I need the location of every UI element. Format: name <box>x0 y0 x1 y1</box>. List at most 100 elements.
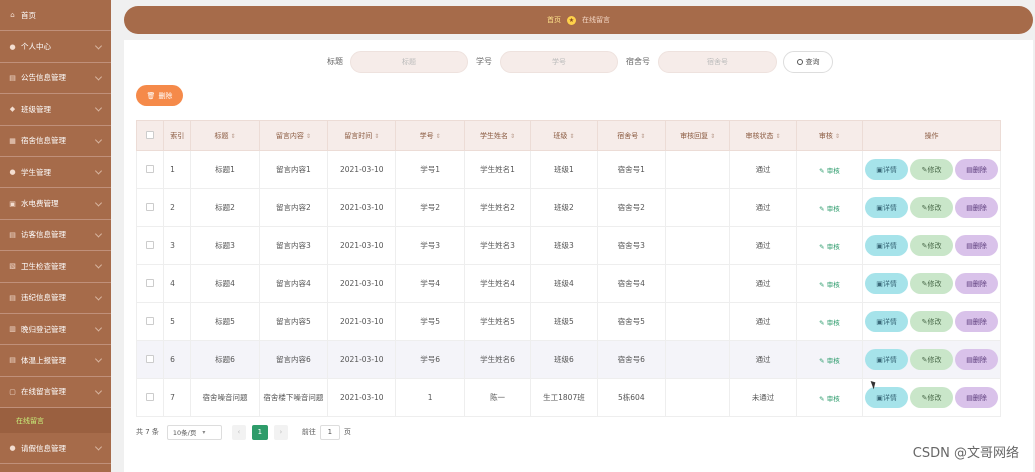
audit-link[interactable]: ✎ 审核 <box>819 395 840 403</box>
audit-link[interactable]: ✎ 审核 <box>819 205 840 213</box>
sort-icon[interactable]: ⇕ <box>569 133 574 140</box>
checkbox[interactable] <box>146 392 155 401</box>
sidebar-item-4[interactable]: ▦ 宿舍信息管理 <box>0 126 111 157</box>
edit-button[interactable]: ✎ 修改 <box>910 235 954 256</box>
page-number-button[interactable]: 1 <box>251 424 268 440</box>
column-header[interactable]: 审核回复 ⇕ <box>665 120 731 151</box>
detail-button[interactable]: ▣ 详情 <box>865 197 909 218</box>
row-checkbox-cell[interactable] <box>135 188 165 227</box>
sidebar-item-10[interactable]: ▥ 晚归登记管理 <box>0 314 111 346</box>
sort-icon[interactable]: ⇕ <box>835 133 840 140</box>
breadcrumb-current: 在线留言 <box>582 16 610 24</box>
sidebar-item-7[interactable]: ▤ 访客信息管理 <box>0 220 111 252</box>
sidebar-item-9[interactable]: ▤ 违纪信息管理 <box>0 283 111 314</box>
edit-button-label: 修改 <box>927 355 942 364</box>
column-header-label: 索引 <box>170 131 185 140</box>
edit-button[interactable]: ✎ 修改 <box>910 349 954 370</box>
checkbox[interactable] <box>146 240 155 249</box>
column-header[interactable]: 宿舍号 ⇕ <box>596 120 667 151</box>
trash-icon: ▤ <box>966 393 973 402</box>
column-header[interactable]: 留言内容 ⇕ <box>258 120 329 151</box>
sidebar-subitem-online-message[interactable]: 在线留言 <box>0 408 111 434</box>
detail-button[interactable]: ▣ 详情 <box>865 387 909 408</box>
row-checkbox-cell[interactable] <box>135 378 165 417</box>
column-header[interactable]: 标题 ⇕ <box>190 120 260 151</box>
goto-page-input[interactable]: 1 <box>319 424 340 440</box>
sort-icon[interactable]: ⇕ <box>776 133 781 140</box>
sidebar-item-6[interactable]: ▣ 水电费管理 <box>0 188 111 220</box>
edit-button[interactable]: ✎ 修改 <box>910 273 954 294</box>
sidebar-item-11[interactable]: ▤ 体温上报管理 <box>0 345 111 377</box>
watermark: CSDN @文哥网络 <box>912 446 1019 461</box>
sort-icon[interactable]: ⇕ <box>374 133 379 140</box>
delete-button[interactable]: ▤ 删除 <box>955 235 999 256</box>
delete-button[interactable]: ▤ 删除 <box>955 197 999 218</box>
checkbox[interactable] <box>146 202 155 211</box>
detail-button-label: 详情 <box>882 165 897 174</box>
sort-icon[interactable]: ⇕ <box>230 133 235 140</box>
sort-icon[interactable]: ⇕ <box>306 133 311 140</box>
sidebar-item-0[interactable]: ⌂ 首页 <box>0 0 111 32</box>
audit-link[interactable]: ✎ 审核 <box>819 281 840 289</box>
checkbox[interactable] <box>146 278 155 287</box>
delete-button[interactable]: ▤ 删除 <box>955 387 999 408</box>
delete-button[interactable]: ▤ 删除 <box>955 311 999 332</box>
page-size-select[interactable]: 10条/页 ▾ <box>166 424 222 440</box>
dorm-input[interactable]: 宿舍号 <box>658 51 777 73</box>
detail-button[interactable]: ▣ 详情 <box>865 273 909 294</box>
column-header[interactable]: 审核 ⇕ <box>795 120 864 151</box>
sidebar-item-3[interactable]: ◆ 班级管理 <box>0 94 111 126</box>
sort-icon[interactable]: ⇕ <box>436 133 441 140</box>
audit-link[interactable]: ✎ 审核 <box>819 243 840 251</box>
column-header[interactable]: 留言时间 ⇕ <box>327 120 397 151</box>
breadcrumb-home[interactable]: 首页 <box>547 15 561 25</box>
audit-link[interactable]: ✎ 审核 <box>819 167 840 175</box>
sidebar-item-8[interactable]: ▧ 卫生检查管理 <box>0 251 111 283</box>
audit-link[interactable]: ✎ 审核 <box>819 357 840 365</box>
checkbox[interactable] <box>146 316 155 325</box>
row-checkbox-cell[interactable] <box>135 226 165 265</box>
sort-icon[interactable]: ⇕ <box>710 133 715 140</box>
detail-button[interactable]: ▣ 详情 <box>865 311 909 332</box>
prev-page-button[interactable]: ‹ <box>231 424 246 440</box>
detail-button[interactable]: ▣ 详情 <box>865 349 909 370</box>
student-no-input[interactable]: 学号 <box>500 51 618 73</box>
edit-button[interactable]: ✎ 修改 <box>910 159 954 180</box>
select-all-checkbox[interactable] <box>135 120 165 151</box>
title-input[interactable]: 标题 <box>350 51 468 73</box>
row-checkbox-cell[interactable] <box>135 150 165 189</box>
row-checkbox-cell[interactable] <box>135 264 165 303</box>
sidebar-item-1[interactable]: ● 个人中心 <box>0 31 111 63</box>
sort-icon[interactable]: ⇕ <box>640 133 645 140</box>
detail-button[interactable]: ▣ 详情 <box>865 159 909 180</box>
column-header[interactable]: 学号 ⇕ <box>395 120 465 151</box>
table-cell: 2021-03-10 <box>327 378 397 417</box>
checkbox[interactable] <box>146 130 155 139</box>
next-page-button[interactable]: › <box>273 424 288 440</box>
detail-button[interactable]: ▣ 详情 <box>865 235 909 256</box>
column-header[interactable]: 班级 ⇕ <box>530 120 598 151</box>
delete-button[interactable]: ▤ 删除 <box>955 273 999 294</box>
search-button[interactable]: 查询 <box>783 51 833 73</box>
column-header[interactable]: 审核状态 ⇕ <box>729 120 797 151</box>
sidebar-item-12[interactable]: ▢ 在线留言管理 <box>0 377 111 409</box>
checkbox[interactable] <box>146 354 155 363</box>
row-checkbox-cell[interactable] <box>135 340 165 379</box>
leave-icon: ● <box>9 444 16 453</box>
delete-button[interactable]: ▤ 删除 <box>955 349 999 370</box>
search-button-label: 查询 <box>805 58 820 66</box>
sidebar-item-5[interactable]: ● 学生管理 <box>0 157 111 189</box>
delete-button[interactable]: ▤ 删除 <box>955 159 999 180</box>
sidebar-item-2[interactable]: ▤ 公告信息管理 <box>0 63 111 95</box>
batch-delete-button[interactable]: 🗑 删除 <box>136 85 183 106</box>
sort-icon[interactable]: ⇕ <box>510 133 515 140</box>
sidebar-item-leave[interactable]: ● 请假信息管理 <box>0 433 111 465</box>
sidebar-item-label: 体温上报管理 <box>21 355 66 365</box>
column-header[interactable]: 学生姓名 ⇕ <box>463 120 532 151</box>
row-checkbox-cell[interactable] <box>135 302 165 341</box>
edit-button[interactable]: ✎ 修改 <box>910 197 954 218</box>
edit-button[interactable]: ✎ 修改 <box>910 311 954 332</box>
audit-link[interactable]: ✎ 审核 <box>819 319 840 327</box>
checkbox[interactable] <box>146 164 155 173</box>
edit-button[interactable]: ✎ 修改 <box>910 387 954 408</box>
